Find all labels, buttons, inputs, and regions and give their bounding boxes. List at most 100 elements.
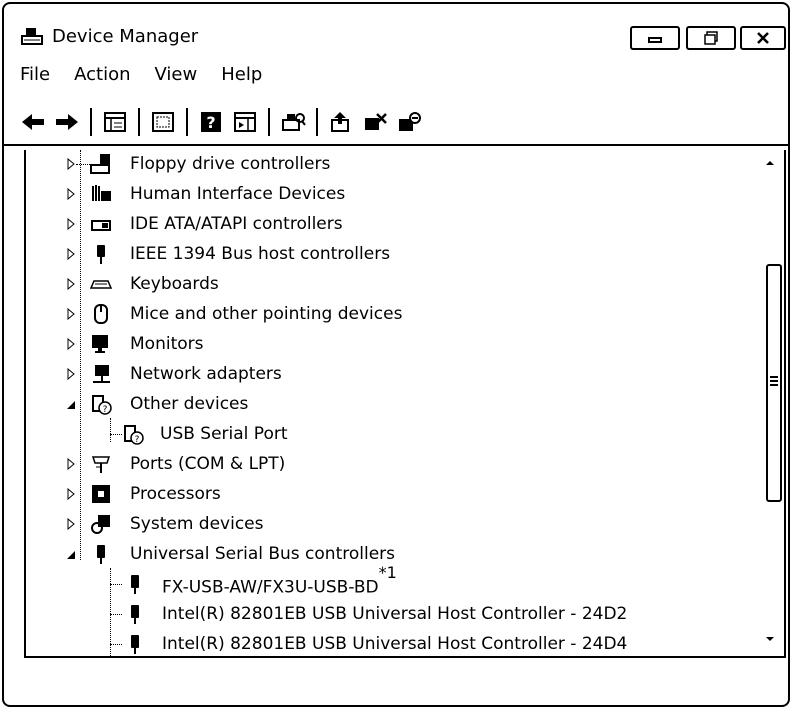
- tree-item-fx-usb-aw[interactable]: FX-USB-AW/FX3U-USB-BD*1: [26, 563, 726, 598]
- tree-item-floppy-drive-controllers[interactable]: Floppy drive controllers: [26, 150, 726, 178]
- expand-arrow-icon[interactable]: [66, 368, 76, 380]
- device-name: FX-USB-AW/FX3U-USB-BD: [162, 577, 379, 598]
- expand-arrow-icon[interactable]: [66, 188, 76, 200]
- disable-device-button[interactable]: [360, 107, 390, 137]
- footnote-marker: *1: [378, 562, 397, 582]
- uninstall-device-button[interactable]: [394, 107, 424, 137]
- usb-icon: [131, 635, 139, 654]
- toolbar-separator: [138, 108, 140, 136]
- show-action-pane-button[interactable]: [230, 107, 260, 137]
- show-hide-console-tree-icon: [152, 112, 174, 132]
- tree-item-label: Mice and other pointing devices: [130, 304, 403, 324]
- mouse-icon: [94, 304, 108, 324]
- usb-icon: [131, 605, 139, 624]
- tree-item-human-interface-devices[interactable]: Human Interface Devices: [26, 180, 726, 208]
- minimize-button[interactable]: [630, 26, 680, 50]
- expand-arrow-icon[interactable]: [66, 338, 76, 350]
- tree-connector: [110, 614, 122, 615]
- tree-item-processors[interactable]: Processors: [26, 480, 726, 508]
- scroll-up-arrow-icon[interactable]: [764, 158, 776, 168]
- tree-item-ide-ata-atapi-controllers[interactable]: IDE ATA/ATAPI controllers: [26, 210, 726, 238]
- tree-item-ieee-1394-bus-host-controllers[interactable]: IEEE 1394 Bus host controllers: [26, 240, 726, 268]
- maximize-button[interactable]: [686, 26, 736, 50]
- expand-arrow-icon[interactable]: [66, 308, 76, 320]
- tree-item-usb-serial-port[interactable]: ? USB Serial Port: [26, 420, 726, 448]
- ieee1394-icon: [97, 245, 105, 264]
- tree-item-label: Intel(R) 82801EB USB Universal Host Cont…: [162, 604, 628, 624]
- back-button[interactable]: [18, 107, 48, 137]
- tree-item-label: Floppy drive controllers: [130, 154, 331, 174]
- show-action-pane-icon: [234, 112, 256, 132]
- close-button[interactable]: [740, 26, 786, 50]
- port-icon: [91, 456, 111, 473]
- scan-hardware-button[interactable]: [278, 107, 308, 137]
- expand-arrow-icon[interactable]: [66, 458, 76, 470]
- show-hide-console-tree-button[interactable]: [148, 107, 178, 137]
- status-bar: [4, 658, 788, 705]
- tree-item-label: IEEE 1394 Bus host controllers: [130, 244, 391, 264]
- window-title: Device Manager: [52, 26, 199, 47]
- network-adapter-icon: [93, 365, 110, 383]
- tree-item-other-devices[interactable]: ? Other devices: [26, 390, 726, 418]
- tree-item-intel-usb-24d4[interactable]: Intel(R) 82801EB USB Universal Host Cont…: [26, 630, 726, 656]
- tree-item-network-adapters[interactable]: Network adapters: [26, 360, 726, 388]
- menu-help[interactable]: Help: [209, 64, 274, 94]
- tree-item-system-devices[interactable]: System devices: [26, 510, 726, 538]
- menu-view[interactable]: View: [143, 64, 210, 94]
- device-manager-window: Device Manager File Action View Help ? F…: [2, 2, 790, 707]
- maximize-icon: [704, 31, 718, 45]
- tree-item-universal-serial-bus-controllers[interactable]: Universal Serial Bus controllers: [26, 540, 726, 568]
- toolbar-separator: [316, 108, 318, 136]
- tree-item-label: Keyboards: [130, 274, 219, 294]
- menu-file[interactable]: File: [4, 64, 62, 94]
- update-driver-icon: [331, 112, 349, 132]
- scrollbar-thumb[interactable]: [766, 264, 782, 502]
- device-tree[interactable]: Floppy drive controllers Human Interface…: [24, 150, 786, 658]
- tree-item-label: Monitors: [130, 334, 204, 354]
- tree-item-ports-com-lpt[interactable]: Ports (COM & LPT): [26, 450, 726, 478]
- device-manager-icon: [21, 28, 43, 45]
- tree-item-label: USB Serial Port: [160, 424, 288, 444]
- menu-action[interactable]: Action: [62, 64, 142, 94]
- expand-arrow-icon[interactable]: [66, 158, 76, 170]
- help-button[interactable]: ?: [196, 107, 226, 137]
- expand-arrow-icon[interactable]: [66, 218, 76, 230]
- close-icon: [757, 32, 769, 44]
- forward-button[interactable]: [52, 107, 82, 137]
- tree-item-monitors[interactable]: Monitors: [26, 330, 726, 358]
- menu-bar: File Action View Help: [4, 64, 274, 94]
- forward-icon: [56, 114, 78, 130]
- tree-item-label: FX-USB-AW/FX3U-USB-BD*1: [162, 563, 397, 598]
- tree-item-label: IDE ATA/ATAPI controllers: [130, 214, 343, 234]
- help-icon: ?: [201, 112, 221, 132]
- collapse-arrow-icon[interactable]: [66, 549, 76, 561]
- unknown-device-icon: ?: [124, 425, 144, 445]
- tree-item-label: Other devices: [130, 394, 249, 414]
- ide-controller-icon: [91, 220, 111, 231]
- tree-item-label: Human Interface Devices: [130, 184, 346, 204]
- expand-arrow-icon[interactable]: [66, 248, 76, 260]
- toolbar: ?: [16, 104, 426, 140]
- tree-item-mice-and-other-pointing-devices[interactable]: Mice and other pointing devices: [26, 300, 726, 328]
- expand-arrow-icon[interactable]: [66, 278, 76, 290]
- svg-text:?: ?: [206, 113, 215, 132]
- floppy-controller-icon: [90, 154, 110, 174]
- minimize-icon: [648, 37, 662, 43]
- toolbar-separator: [90, 108, 92, 136]
- expand-arrow-icon[interactable]: [66, 518, 76, 530]
- title-bar[interactable]: Device Manager: [4, 4, 788, 50]
- tree-connector: [110, 434, 122, 435]
- expand-arrow-icon[interactable]: [66, 488, 76, 500]
- tree-item-intel-usb-24d2[interactable]: Intel(R) 82801EB USB Universal Host Cont…: [26, 600, 726, 628]
- unknown-device-icon: ?: [92, 395, 112, 415]
- tree-item-keyboards[interactable]: Keyboards: [26, 270, 726, 298]
- properties-button[interactable]: [100, 107, 130, 137]
- grip-icon: [770, 374, 778, 388]
- tree-item-label: Ports (COM & LPT): [130, 454, 286, 474]
- tree-connector: [76, 164, 90, 165]
- collapse-arrow-icon[interactable]: [66, 399, 76, 411]
- scroll-down-arrow-icon[interactable]: [764, 634, 776, 644]
- tree-item-label: Intel(R) 82801EB USB Universal Host Cont…: [162, 634, 628, 654]
- update-driver-button[interactable]: [326, 107, 356, 137]
- back-icon: [22, 114, 44, 130]
